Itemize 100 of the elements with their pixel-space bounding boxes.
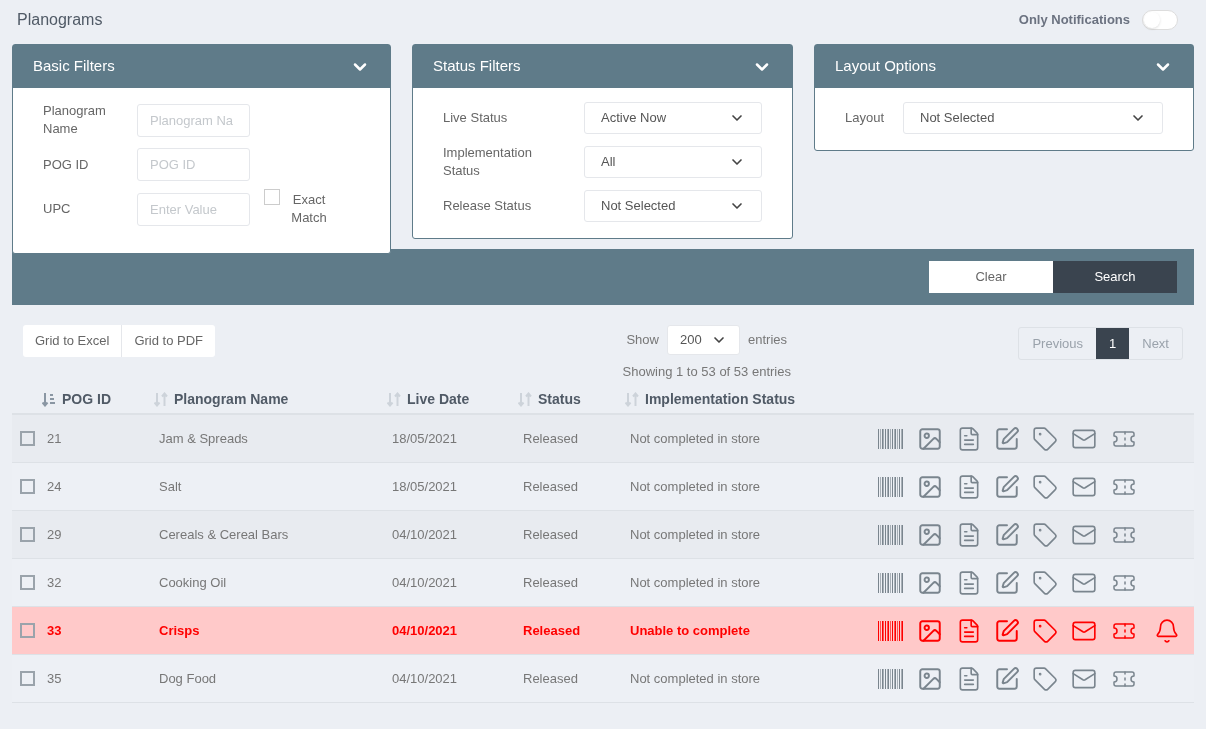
- barcode-icon: [878, 524, 904, 545]
- table-cell-text: Not completed in store: [630, 669, 762, 688]
- table-cell-text: Crisps: [159, 621, 201, 640]
- field-label: UPC: [43, 200, 72, 218]
- table-cell-text: Released: [523, 621, 582, 640]
- pagination-button[interactable]: 1: [1096, 328, 1130, 359]
- table-cell-text: 29: [47, 525, 63, 544]
- field-label: POG ID: [43, 155, 90, 174]
- table-cell-text: Not completed in store: [630, 525, 762, 544]
- entries-label: entries: [748, 331, 787, 350]
- barcode-icon: [878, 668, 904, 689]
- table-cell-text: Released: [523, 429, 579, 448]
- export-button[interactable]: Grid to Excel: [23, 325, 122, 357]
- table-cell-text: 04/10/2021: [392, 621, 459, 640]
- field-label: Release Status: [443, 197, 533, 215]
- row-checkbox[interactable]: [20, 671, 35, 686]
- checkbox-label: Exact Match: [290, 191, 328, 227]
- row-checkbox[interactable]: [20, 479, 35, 494]
- column-header[interactable]: Implementation Status: [645, 388, 796, 410]
- barcode-icon: [878, 476, 904, 497]
- page-title: Planograms: [17, 10, 103, 30]
- panel-title: Status Filters: [433, 56, 521, 77]
- table-row[interactable]: 29 Cereals & Cereal Bars 04/10/2021 Released Not completed in store: [12, 511, 1194, 559]
- table-row[interactable]: 21 Jam & Spreads 18/05/2021 Released Not completed in store: [12, 415, 1194, 463]
- table-cell-text: Released: [523, 525, 579, 544]
- column-header[interactable]: Live Date: [407, 388, 470, 410]
- table-cell-text: Not completed in store: [630, 429, 762, 448]
- image-icon[interactable]: [916, 617, 944, 644]
- table-cell-text: 04/10/2021: [392, 525, 459, 544]
- table-cell-text: 35: [47, 669, 63, 688]
- export-button[interactable]: Grid to PDF: [121, 325, 216, 357]
- tag-icon[interactable]: [1032, 617, 1058, 644]
- table-cell-text: Unable to complete: [630, 621, 751, 640]
- edit-icon[interactable]: [994, 425, 1020, 452]
- field-label: Planogram Name: [43, 102, 107, 138]
- table-cell-text: Salt: [159, 477, 183, 496]
- column-header[interactable]: Status: [538, 388, 581, 410]
- table-cell-text: 24: [47, 477, 63, 496]
- search-button[interactable]: Search: [1053, 261, 1177, 293]
- edit-icon[interactable]: [994, 665, 1020, 692]
- edit-icon[interactable]: [994, 521, 1020, 548]
- barcode-icon: [878, 428, 904, 449]
- table-cell-text: Released: [523, 669, 579, 688]
- column-header[interactable]: Planogram Name: [174, 388, 289, 410]
- image-icon[interactable]: [916, 569, 944, 596]
- toggle-label: Only Notifications: [1018, 11, 1130, 30]
- table-cell-text: Not completed in store: [630, 477, 762, 496]
- table-cell-text: 18/05/2021: [392, 429, 459, 448]
- select-field[interactable]: All: [584, 146, 762, 178]
- table-cell-text: 18/05/2021: [392, 477, 459, 496]
- image-icon[interactable]: [916, 425, 944, 452]
- table-cell-text: Released: [523, 477, 579, 496]
- notifications-toggle[interactable]: [1142, 10, 1178, 30]
- text-field[interactable]: Planogram Na: [137, 103, 250, 137]
- text-field[interactable]: POG ID: [137, 148, 250, 181]
- barcode-icon: [878, 572, 904, 593]
- row-checkbox[interactable]: [20, 527, 35, 542]
- panel-header[interactable]: Layout Options: [815, 45, 1193, 88]
- barcode-icon: [878, 620, 904, 641]
- tag-icon[interactable]: [1032, 473, 1058, 500]
- panel-header[interactable]: Basic Filters: [13, 45, 390, 88]
- select-field[interactable]: Not Selected: [584, 190, 762, 222]
- tag-icon[interactable]: [1032, 665, 1058, 692]
- row-checkbox[interactable]: [20, 575, 35, 590]
- text-field[interactable]: Enter Value: [137, 192, 250, 226]
- clear-button[interactable]: Clear: [929, 261, 1053, 293]
- entries-info: Showing 1 to 53 of 53 entries: [622, 363, 791, 381]
- table-cell-text: 33: [47, 621, 63, 640]
- table-cell-text: Cereals & Cereal Bars: [159, 525, 290, 544]
- select-field[interactable]: 200: [667, 325, 740, 355]
- checkbox[interactable]: [264, 189, 280, 205]
- row-checkbox[interactable]: [20, 623, 35, 638]
- bell-icon[interactable]: [1154, 617, 1180, 644]
- sort-icon[interactable]: [42, 391, 56, 407]
- select-field[interactable]: Active Now: [584, 102, 762, 134]
- edit-icon[interactable]: [994, 569, 1020, 596]
- row-checkbox[interactable]: [20, 431, 35, 446]
- edit-icon[interactable]: [994, 473, 1020, 500]
- table-cell-text: Released: [523, 573, 579, 592]
- panel-header[interactable]: Status Filters: [413, 45, 792, 88]
- image-icon[interactable]: [916, 473, 944, 500]
- tag-icon[interactable]: [1032, 425, 1058, 452]
- tag-icon[interactable]: [1032, 521, 1058, 548]
- table-cell-text: Dog Food: [159, 669, 218, 688]
- edit-icon[interactable]: [994, 617, 1020, 644]
- field-label: Live Status: [443, 109, 509, 127]
- image-icon[interactable]: [916, 665, 944, 692]
- table-cell-text: 04/10/2021: [392, 573, 459, 592]
- field-label: Layout: [845, 109, 886, 128]
- table-cell-text: 32: [47, 573, 63, 592]
- tag-icon[interactable]: [1032, 569, 1058, 596]
- panel-title: Basic Filters: [33, 56, 115, 77]
- field-label: Implementation Status: [443, 144, 533, 180]
- table-cell-text: 21: [47, 429, 63, 448]
- select-field[interactable]: Not Selected: [903, 102, 1163, 134]
- table-cell-text: 04/10/2021: [392, 669, 459, 688]
- column-header[interactable]: POG ID: [62, 388, 111, 410]
- image-icon[interactable]: [916, 521, 944, 548]
- table-cell-text: Not completed in store: [630, 573, 762, 592]
- table-cell-text: Jam & Spreads: [159, 429, 249, 448]
